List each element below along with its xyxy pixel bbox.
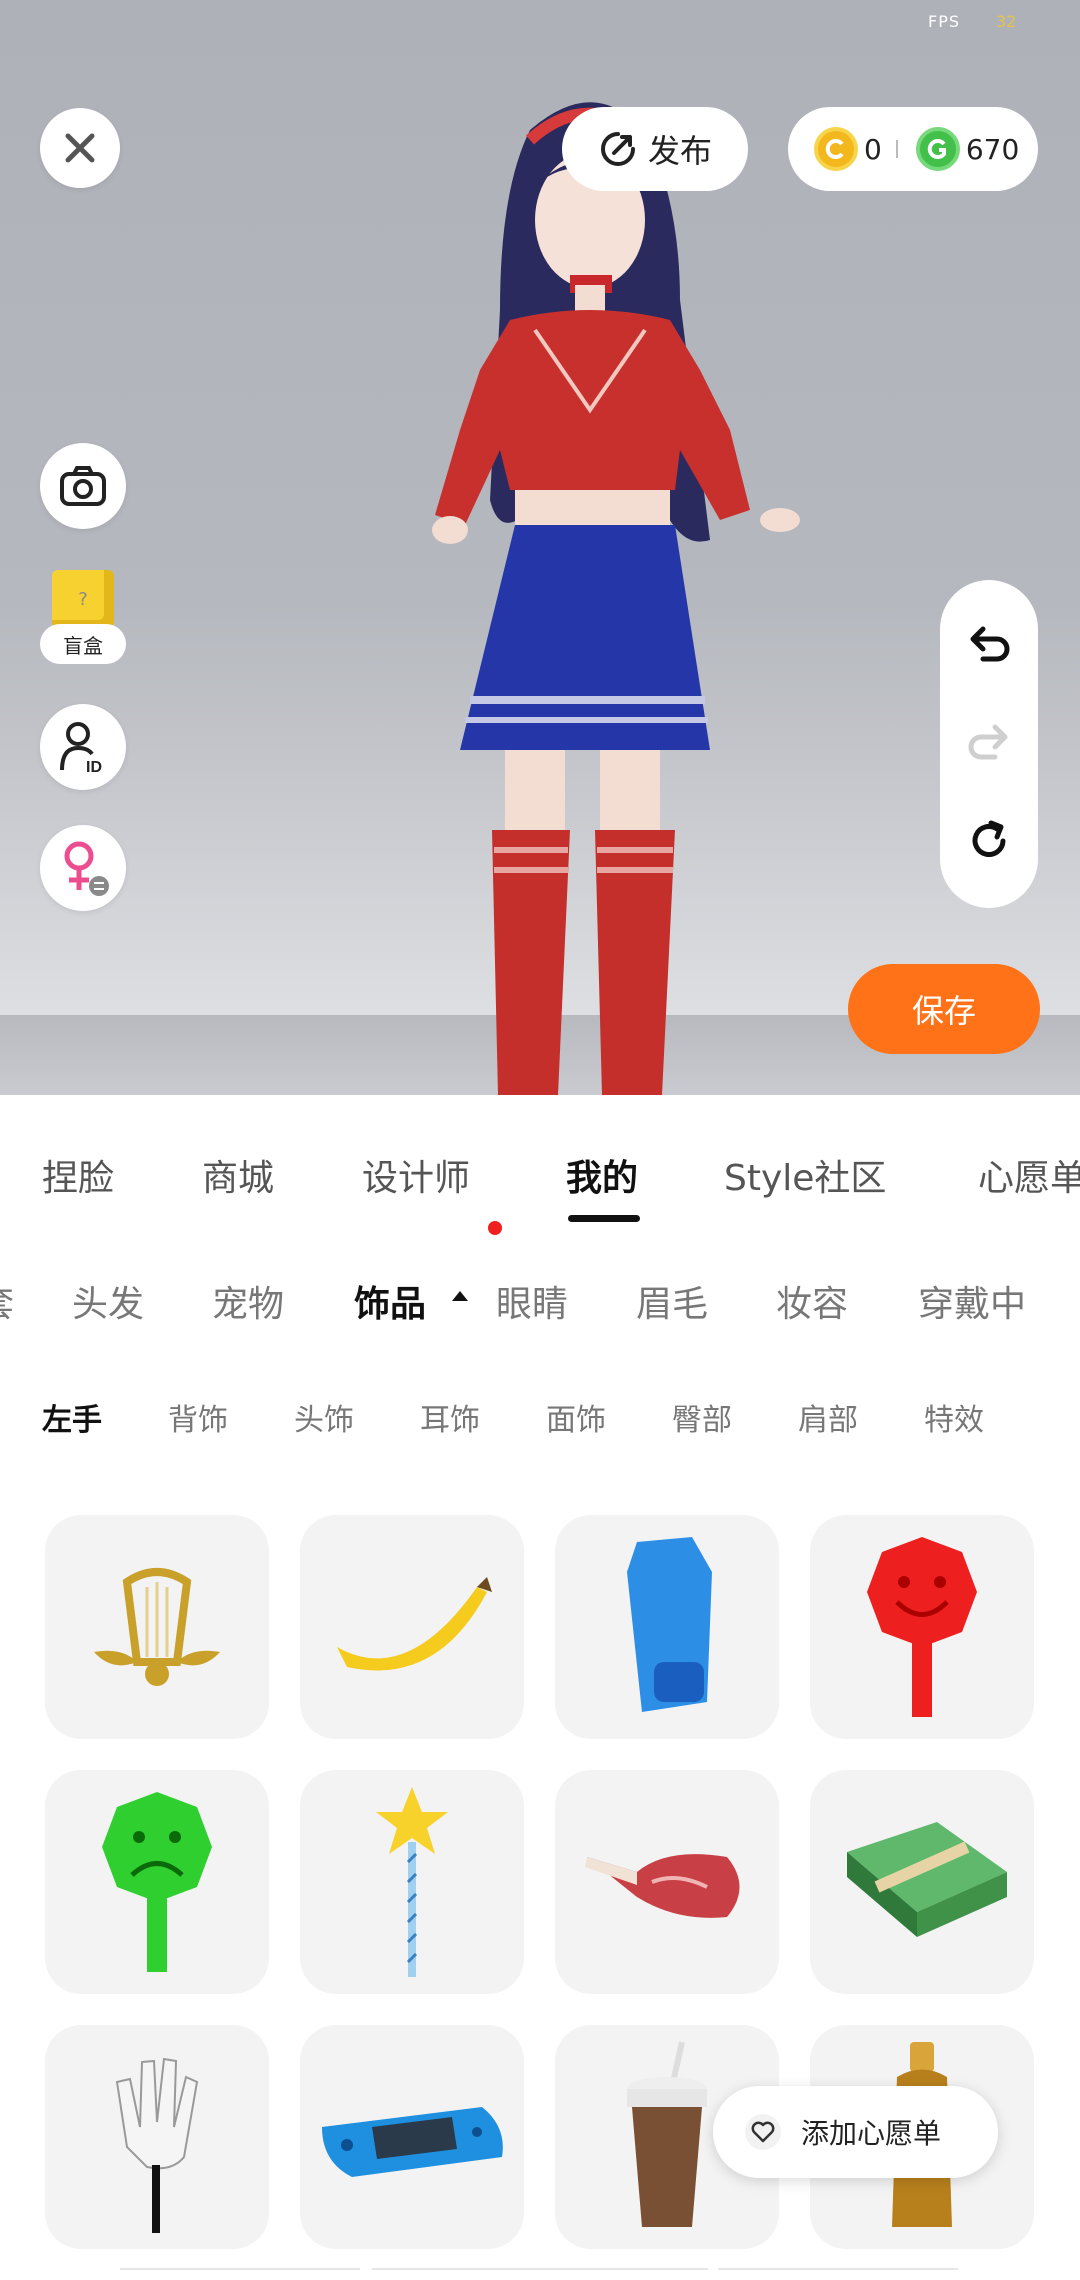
designer-notification-dot: [488, 1221, 502, 1235]
blindbox-icon: ?: [52, 570, 114, 628]
subtab-face[interactable]: 面饰: [546, 1395, 606, 1439]
person-id-icon: ID: [60, 722, 102, 774]
item-red-smiley-sign[interactable]: [810, 1515, 1034, 1739]
item-blue-glove[interactable]: [555, 1515, 779, 1739]
redo-icon: [968, 724, 1008, 760]
item-golden-lyre[interactable]: [45, 1515, 269, 1739]
close-button[interactable]: [40, 108, 120, 188]
gold-coin-icon: [814, 127, 858, 171]
white-glove-icon: [115, 2057, 199, 2233]
green-sad-sign-icon: [102, 1792, 212, 1972]
avatar-character[interactable]: [380, 70, 840, 1095]
gender-switch-button[interactable]: [40, 825, 126, 911]
heart-icon: [745, 2114, 781, 2150]
add-wishlist-label: 添加心愿单: [801, 2117, 942, 2150]
item-green-sad-sign[interactable]: [45, 1770, 269, 1994]
tab-mine[interactable]: 我的: [566, 1149, 638, 1201]
golden-lyre-icon: [94, 1568, 220, 1686]
close-icon: [65, 133, 95, 163]
camera-button[interactable]: [40, 443, 126, 529]
tab-wishlist[interactable]: 心愿单: [978, 1149, 1080, 1201]
green-coin-count: 670: [965, 132, 1020, 166]
avatar-id-button[interactable]: ID: [40, 704, 126, 790]
refresh-icon: [972, 820, 1006, 857]
star-wand-icon: [376, 1787, 448, 1977]
reset-button[interactable]: [964, 816, 1014, 866]
subtab-head[interactable]: 头饰: [294, 1395, 354, 1439]
subtab-ear[interactable]: 耳饰: [420, 1395, 480, 1439]
camera-icon: [60, 466, 106, 506]
next-row-item-edge: [372, 2268, 708, 2280]
fps-label: FPS: [928, 12, 961, 31]
category-tab-hair[interactable]: 头发: [72, 1275, 144, 1327]
caret-up-icon: [452, 1291, 468, 1301]
fps-value: 32: [996, 12, 1017, 31]
tab-shop[interactable]: 商城: [202, 1149, 274, 1201]
blindbox-button[interactable]: ? 盲盒: [40, 562, 126, 670]
next-row-item-edge: [718, 2268, 958, 2280]
item-white-glove[interactable]: [45, 2025, 269, 2249]
category-tab-outfit[interactable]: 套: [0, 1275, 14, 1327]
publish-icon: [601, 132, 635, 166]
subtab-effects[interactable]: 特效: [924, 1395, 984, 1439]
history-controls: [940, 580, 1038, 908]
subtab-back[interactable]: 背饰: [168, 1395, 228, 1439]
item-cash-stack[interactable]: [810, 1770, 1034, 1994]
undo-button[interactable]: [964, 620, 1014, 670]
category-tab-eyes[interactable]: 眼睛: [496, 1275, 568, 1327]
add-wishlist-button[interactable]: 添加心愿单: [713, 2086, 998, 2178]
item-banana[interactable]: [300, 1515, 524, 1739]
undo-icon: [970, 626, 1010, 662]
item-game-console[interactable]: [300, 2025, 524, 2249]
subtab-hip[interactable]: 臀部: [672, 1395, 732, 1439]
category-tab-makeup[interactable]: 妆容: [776, 1275, 848, 1327]
save-button[interactable]: 保存: [848, 964, 1040, 1054]
green-coin-icon: [915, 127, 960, 171]
category-tab-pet[interactable]: 宠物: [212, 1275, 284, 1327]
tab-designer[interactable]: 设计师: [362, 1149, 470, 1201]
redo-button[interactable]: [964, 718, 1014, 768]
game-console-icon: [322, 2107, 503, 2177]
meat-icon: [585, 1854, 740, 1918]
currency-balance[interactable]: 0 670: [788, 107, 1038, 191]
banana-icon: [337, 1577, 492, 1671]
female-gender-icon: [64, 841, 109, 896]
subtab-left-hand[interactable]: 左手: [42, 1395, 102, 1439]
subtab-shoulder[interactable]: 肩部: [798, 1395, 858, 1439]
category-tab-wearing[interactable]: 穿戴中: [918, 1275, 1026, 1327]
item-meat[interactable]: [555, 1770, 779, 1994]
publish-label: 发布: [647, 132, 712, 170]
coffee-cup-icon: [627, 2041, 707, 2227]
avatar-scene[interactable]: FPS 32 发布 0 670 ? 盲盒 ID 保存: [0, 0, 1080, 1095]
publish-button[interactable]: 发布: [562, 107, 748, 191]
tab-style-community[interactable]: Style社区: [724, 1149, 886, 1201]
category-tab-accessories[interactable]: 饰品: [354, 1275, 426, 1327]
category-tab-eyebrows[interactable]: 眉毛: [636, 1275, 708, 1327]
cash-stack-icon: [847, 1822, 1007, 1937]
blindbox-label: 盲盒: [40, 624, 126, 664]
currency-divider: [895, 140, 898, 158]
item-star-wand[interactable]: [300, 1770, 524, 1994]
next-row-item-edge: [120, 2268, 360, 2280]
tab-face[interactable]: 捏脸: [42, 1149, 114, 1201]
active-tab-indicator: [568, 1215, 640, 1222]
red-smiley-sign-icon: [867, 1537, 977, 1717]
gold-coin-count: 0: [864, 132, 882, 166]
svg-text:ID: ID: [86, 759, 102, 774]
main-tab-bar: 捏脸 商城 设计师 我的 Style社区 心愿单: [0, 1095, 1080, 1225]
blue-glove-icon: [627, 1537, 712, 1712]
